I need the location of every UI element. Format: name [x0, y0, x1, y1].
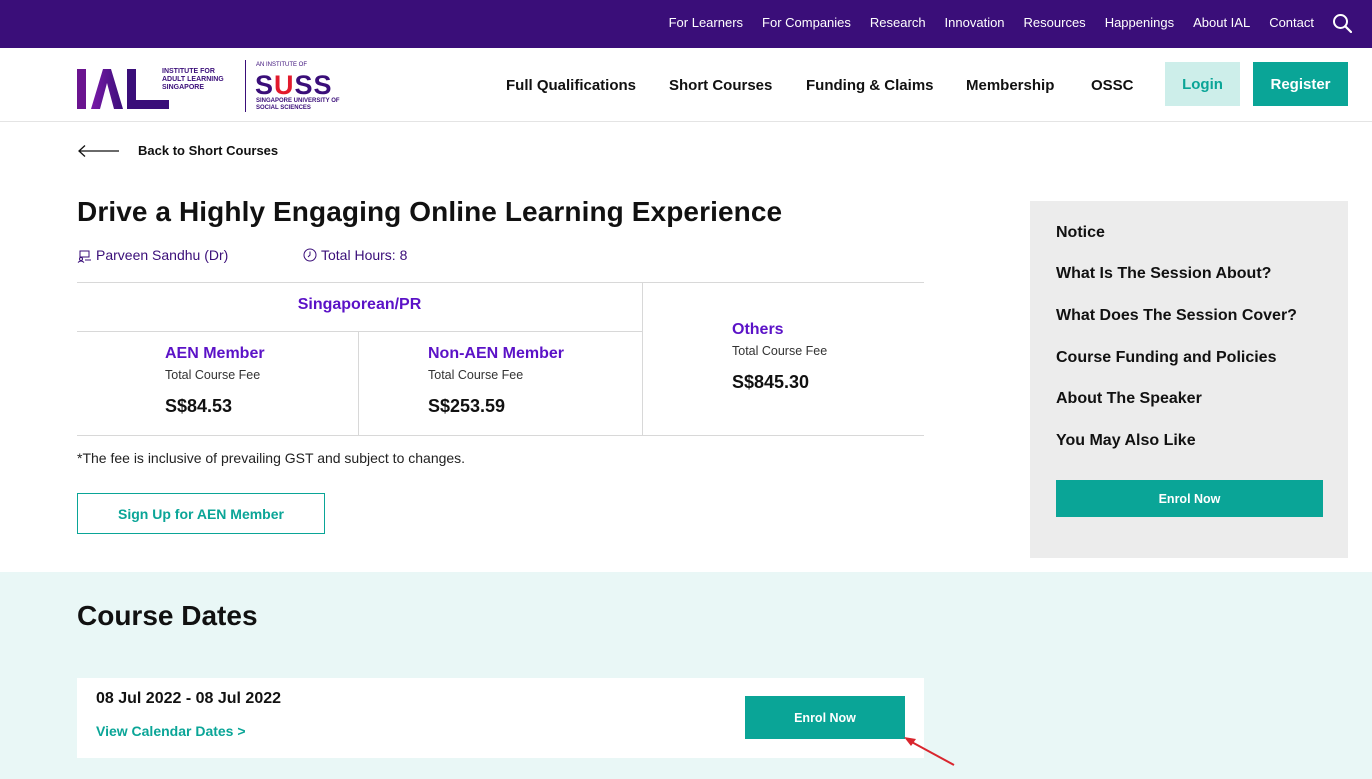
fee-sub: Total Course Fee: [732, 344, 828, 358]
nav-about-ial[interactable]: About IAL: [1193, 15, 1250, 30]
nav-full-qualifications[interactable]: Full Qualifications: [506, 77, 636, 94]
nav-for-companies[interactable]: For Companies: [762, 15, 851, 30]
annotation-arrow-icon: [904, 737, 955, 766]
back-link-label: Back to Short Courses: [138, 143, 279, 158]
fee-amount: S$845.30: [732, 372, 810, 392]
date-range: 08 Jul 2022 - 08 Jul 2022: [96, 690, 282, 707]
section-sidebar: Notice What Is The Session About? What D…: [1030, 201, 1348, 558]
fee-sub: Total Course Fee: [165, 368, 261, 382]
speaker-icon: [77, 250, 91, 263]
date-card: 08 Jul 2022 - 08 Jul 2022 View Calendar …: [77, 678, 924, 758]
fee-name: Others: [732, 321, 784, 338]
nav-happenings[interactable]: Happenings: [1105, 15, 1174, 30]
back-link[interactable]: Back to Short Courses: [77, 143, 278, 158]
sidebar-item-notice[interactable]: Notice: [1056, 224, 1105, 242]
fee-amount: S$253.59: [428, 396, 506, 416]
nav-funding-claims[interactable]: Funding & Claims: [806, 77, 934, 94]
fee-divider: [358, 331, 359, 436]
sidebar-item-session-cover[interactable]: What Does The Session Cover?: [1056, 307, 1297, 325]
nav-membership[interactable]: Membership: [966, 77, 1054, 94]
suss-logo-word: SUSS: [255, 70, 333, 101]
course-dates-heading: Course Dates: [77, 600, 258, 631]
sidebar-item-session-about[interactable]: What Is The Session About?: [1056, 265, 1271, 283]
nav-innovation[interactable]: Innovation: [945, 15, 1005, 30]
suss-s: S: [255, 70, 275, 100]
logo-divider: [245, 60, 246, 112]
login-button[interactable]: Login: [1165, 62, 1240, 106]
nav-ossc[interactable]: OSSC: [1091, 77, 1134, 94]
sidebar-enrol-button[interactable]: Enrol Now: [1056, 480, 1323, 517]
suss-ss: SS: [294, 70, 333, 100]
nav-resources[interactable]: Resources: [1024, 15, 1086, 30]
fee-cell-non-aen: Non-AEN Member Total Course Fee S$253.59: [428, 345, 564, 417]
total-hours: Total Hours: 8: [321, 247, 408, 263]
sign-up-aen-button[interactable]: Sign Up for AEN Member: [77, 493, 325, 534]
utility-bar: For Learners For Companies Research Inno…: [0, 0, 1372, 48]
sidebar-item-speaker[interactable]: About The Speaker: [1056, 390, 1202, 408]
fee-amount: S$84.53: [165, 396, 233, 416]
fee-sub: Total Course Fee: [428, 368, 524, 382]
fee-note: *The fee is inclusive of prevailing GST …: [77, 450, 466, 466]
speaker-name[interactable]: Parveen Sandhu (Dr): [96, 247, 228, 263]
ial-logo-text: INSTITUTE FOR ADULT LEARNING SINGAPORE: [162, 68, 224, 91]
nav-short-courses[interactable]: Short Courses: [669, 77, 772, 94]
sidebar-item-funding[interactable]: Course Funding and Policies: [1056, 349, 1276, 367]
nav-research[interactable]: Research: [870, 15, 926, 30]
sidebar-item-also-like[interactable]: You May Also Like: [1056, 432, 1196, 450]
fee-name: AEN Member: [165, 345, 265, 362]
search-icon[interactable]: [1332, 13, 1352, 33]
enrol-now-button[interactable]: Enrol Now: [745, 696, 905, 739]
utility-nav: For Learners For Companies Research Inno…: [650, 0, 1314, 44]
fee-cell-aen: AEN Member Total Course Fee S$84.53: [165, 345, 265, 417]
main-header: INSTITUTE FOR ADULT LEARNING SINGAPORE A…: [0, 48, 1372, 122]
course-hours: Total Hours: 8: [303, 247, 407, 263]
fee-name: Non-AEN Member: [428, 345, 565, 362]
ial-logo-mark: [77, 69, 169, 109]
view-calendar-link[interactable]: View Calendar Dates >: [96, 723, 246, 739]
course-dates-section: Course Dates 08 Jul 2022 - 08 Jul 2022 V…: [0, 572, 1372, 779]
suss-u: U: [274, 70, 295, 100]
course-speaker: Parveen Sandhu (Dr): [77, 247, 228, 263]
register-button[interactable]: Register: [1253, 62, 1348, 106]
fee-cell-others: Others Total Course Fee S$845.30: [732, 321, 827, 393]
nav-for-learners[interactable]: For Learners: [669, 15, 743, 30]
fee-table: Singaporean/PR AEN Member Total Course F…: [77, 282, 924, 436]
nav-contact[interactable]: Contact: [1269, 15, 1314, 30]
clock-icon: [303, 248, 317, 262]
suss-tagline: AN INSTITUTE OF: [256, 62, 307, 68]
suss-subtitle: SINGAPORE UNIVERSITY OF SOCIAL SCIENCES: [256, 98, 340, 111]
arrow-left-icon: [78, 144, 119, 157]
fee-group-label: Singaporean/PR: [297, 296, 422, 313]
site-logo[interactable]: INSTITUTE FOR ADULT LEARNING SINGAPORE A…: [77, 56, 347, 114]
course-title: Drive a Highly Engaging Online Learning …: [77, 196, 783, 227]
fee-divider: [642, 283, 643, 436]
fee-divider: [77, 331, 642, 332]
